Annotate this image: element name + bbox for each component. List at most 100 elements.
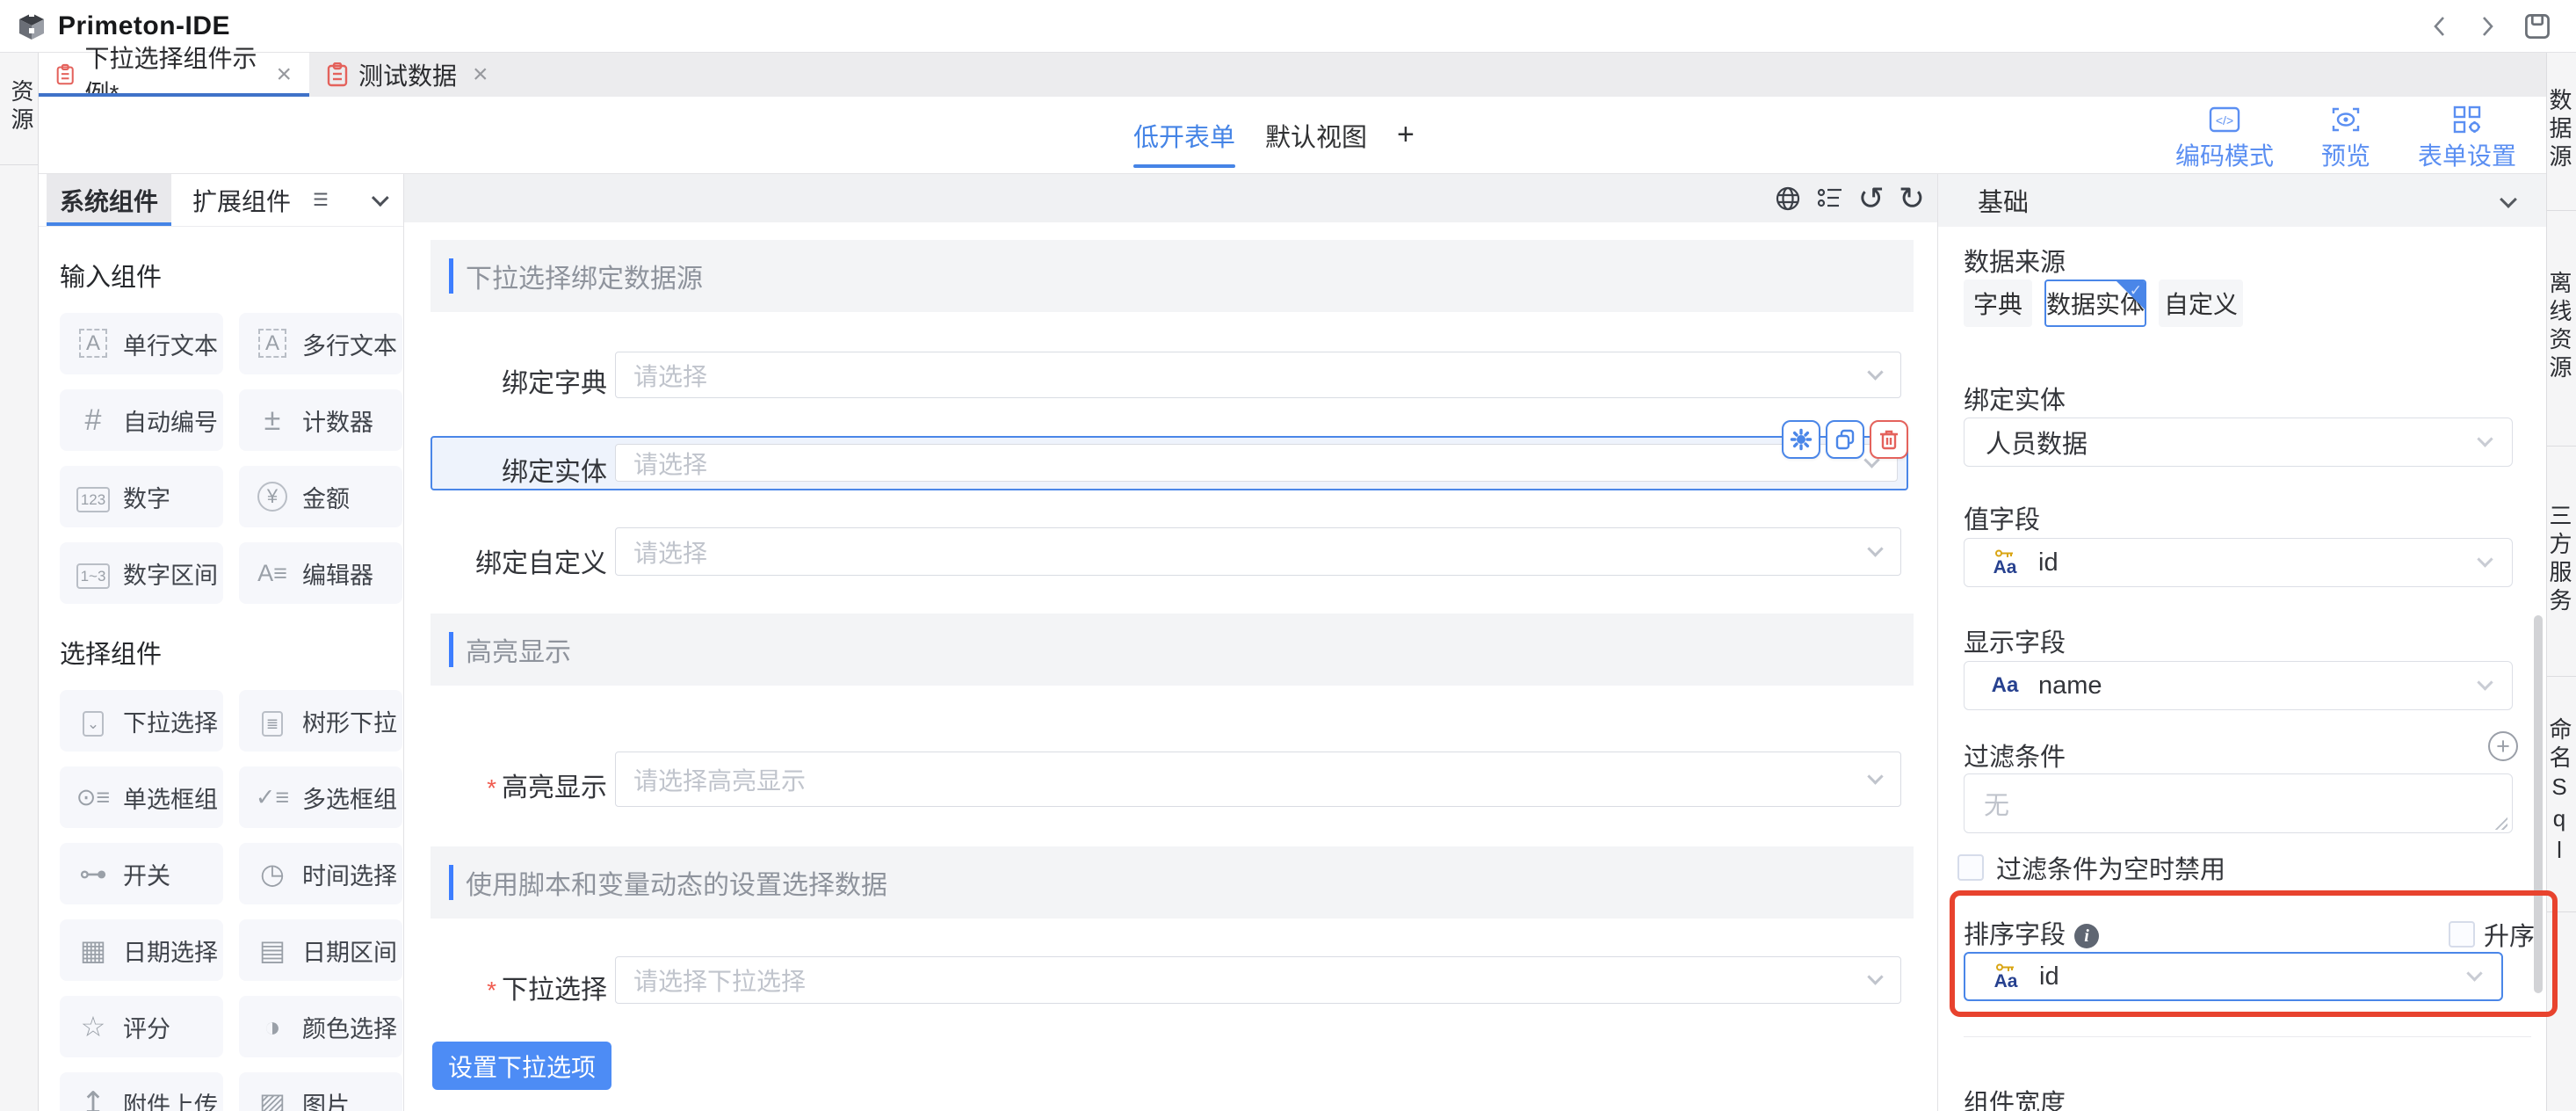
nav-back-icon[interactable] [2428,15,2451,38]
dock-item-datasource[interactable]: 数据源 [2547,53,2576,211]
dock-item-named-sql[interactable]: 命名Sql [2547,677,2576,912]
props-section-basic[interactable]: 基础 [1938,174,2546,227]
textarea-resize-handle[interactable] [2493,816,2507,830]
component-attachment-upload[interactable]: ↥ 附件上传 [60,1072,223,1111]
add-filter-icon[interactable]: + [2488,731,2518,761]
bind-custom-select[interactable]: 请选择 [615,527,1901,576]
segment-data-entity[interactable]: 数据实体 ✓ [2044,280,2146,327]
data-source-label: 数据来源 [1964,242,2066,279]
segment-custom[interactable]: 自定义 [2159,280,2243,327]
doc-tab-test-data[interactable]: 测试数据 × [309,53,506,97]
sort-field-select[interactable]: Aa id [1964,952,2503,1001]
set-dropdown-options-button[interactable]: 设置下拉选项 [432,1042,611,1090]
field-copy-button[interactable] [1826,420,1864,459]
number-range-icon: 1~3 [72,562,114,585]
form-settings-icon [2452,105,2482,134]
component-counter[interactable]: ± 计数器 [239,389,402,451]
component-tree-dropdown[interactable]: ≣ 树形下拉 [239,690,402,752]
component-number-range[interactable]: 1~3 数字区间 [60,542,223,604]
upload-icon: ↥ [72,1088,114,1111]
component-multi-text[interactable]: A 多行文本 [239,313,402,374]
preview-button[interactable]: 预览 [2321,105,2370,172]
component-auto-number[interactable]: # 自动编号 [60,389,223,451]
nav-forward-icon[interactable] [2476,15,2499,38]
chevron-down-icon [2500,191,2517,208]
component-radio-group[interactable]: ⊙≡ 单选框组 [60,766,223,828]
tab-extension-components[interactable]: 扩展组件 [179,174,304,226]
component-checkbox-group[interactable]: ✓≡ 多选框组 [239,766,402,828]
outline-tree-icon[interactable] [1816,185,1844,213]
check-icon: ✓ [2130,282,2142,300]
tree-dropdown-icon: ≣ [251,709,293,733]
filter-empty-disable-checkbox[interactable] [1957,854,1984,881]
component-switch[interactable]: ⊶ 开关 [60,843,223,904]
dropdown-select[interactable]: 请选择下拉选择 [615,956,1901,1004]
money-icon: ¥ [251,482,293,512]
form-doc-icon [56,62,74,87]
bind-dictionary-select[interactable]: 请选择 [615,352,1901,398]
info-icon[interactable]: i [2074,924,2099,948]
gear-icon [1790,428,1813,451]
calendar-range-icon: ▤ [251,936,293,964]
component-image[interactable]: ▨ 图片 [239,1072,402,1111]
dropdown-select-icon: ⌄ [72,709,114,733]
sort-field-label: 排序字段i [1964,914,2099,951]
tab-system-components[interactable]: 系统组件 [47,174,171,226]
multi-text-icon: A [251,333,293,354]
component-color-picker[interactable]: ◑ 颜色选择 [239,996,402,1057]
dock-item-resources[interactable]: 资源 [0,53,38,165]
component-time-picker[interactable]: ◷ 时间选择 [239,843,402,904]
panel-scrollbar[interactable] [2534,615,2543,993]
bind-entity-select[interactable]: 请选择 [615,444,1898,482]
doc-tab-dropdown-example[interactable]: 下拉选择组件示例* × [39,53,309,97]
component-money[interactable]: ¥ 金额 [239,466,402,527]
form-settings-button[interactable]: 表单设置 [2418,105,2516,172]
radio-group-icon: ⊙≡ [72,786,114,810]
bind-entity-prop-select[interactable]: 人员数据 [1964,418,2513,467]
component-sort-icon[interactable]: ☰ [313,189,329,211]
chevron-down-icon [1867,969,1883,984]
component-date-picker[interactable]: ▦ 日期选择 [60,919,223,981]
chevron-down-icon [1867,768,1883,784]
redo-icon[interactable]: ↻ [1899,183,1925,214]
tab-lowcode-form[interactable]: 低开表单 [1133,97,1235,173]
undo-icon[interactable]: ↺ [1858,183,1885,214]
editor-icon: A≡ [251,562,293,585]
display-field-select[interactable]: Aa name [1964,661,2513,710]
ascending-checkbox[interactable] [2449,921,2475,948]
code-mode-button[interactable]: </> 编码模式 [2175,105,2274,172]
display-field-label: 显示字段 [1964,622,2066,659]
clock-icon: ◷ [251,860,293,888]
component-number[interactable]: 123 数字 [60,466,223,527]
segment-dictionary[interactable]: 字典 [1964,280,2032,327]
dock-item-offline-resources[interactable]: 离线资源 [2547,211,2576,447]
text-field-icon: Aa [1986,675,2024,696]
field-label-dropdown: *下拉选择 [431,968,607,1006]
highlight-select[interactable]: 请选择高亮显示 [615,752,1901,807]
image-icon: ▨ [251,1089,293,1111]
view-header: 低开表单 默认视图 + </> 编码模式 [39,97,2546,174]
component-date-range[interactable]: ▤ 日期区间 [239,919,402,981]
chevron-down-icon [2477,431,2493,447]
component-single-text[interactable]: A 单行文本 [60,313,223,374]
collapse-panel-chevron-icon[interactable] [372,189,389,207]
save-icon[interactable] [2523,12,2551,40]
tab-default-view[interactable]: 默认视图 [1265,97,1367,173]
chevron-down-icon [1867,364,1883,380]
filter-condition-label: 过滤条件 [1964,737,2066,773]
dock-item-third-party-services[interactable]: 三方服务 [2547,447,2576,677]
value-field-select[interactable]: Aa id [1964,538,2513,587]
i18n-globe-icon[interactable] [1774,185,1802,213]
close-tab-icon[interactable]: × [276,62,292,88]
field-label-highlight: *高亮显示 [431,766,607,804]
filter-condition-textarea[interactable] [1964,773,2513,833]
field-delete-button[interactable] [1870,420,1908,459]
component-editor[interactable]: A≡ 编辑器 [239,542,402,604]
field-settings-button[interactable] [1782,420,1820,459]
add-view-button[interactable]: + [1397,118,1415,152]
component-rating[interactable]: ☆ 评分 [60,996,223,1057]
key-field-icon: Aa [1986,962,2025,991]
properties-panel: 基础 数据来源 字典 数据实体 ✓ 自定义 绑定实体 人员数据 [1937,174,2546,1111]
close-tab-icon[interactable]: × [473,62,488,88]
component-dropdown-select[interactable]: ⌄ 下拉选择 [60,690,223,752]
